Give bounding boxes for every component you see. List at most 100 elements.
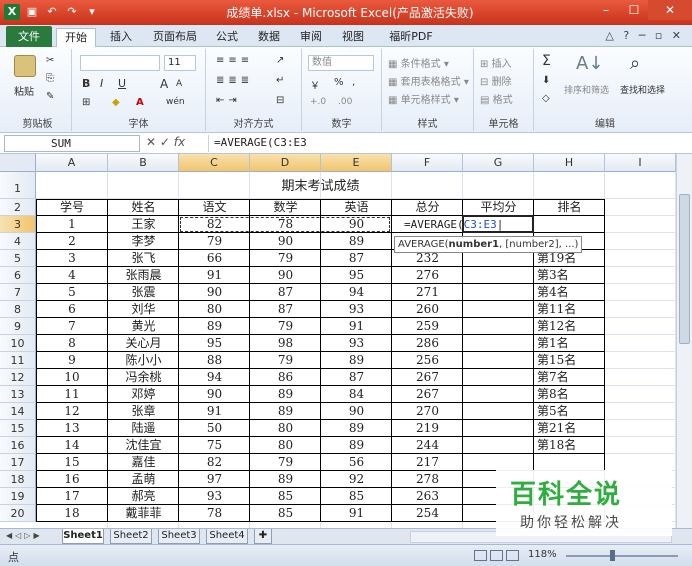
tab-foxit-pdf[interactable]: 福昕PDF — [378, 28, 444, 47]
table-cell[interactable]: 93 — [179, 488, 250, 505]
table-cell[interactable]: 陆遥 — [108, 420, 179, 437]
table-cell[interactable]: 82 — [179, 216, 250, 233]
table-cell[interactable]: 278 — [392, 471, 463, 488]
table-cell[interactable]: 92 — [321, 471, 392, 488]
clear-icon[interactable]: ◇ — [542, 93, 550, 104]
table-cell[interactable]: 孟萌 — [108, 471, 179, 488]
find-select-button[interactable]: 查找和选择 — [620, 83, 665, 96]
table-cell[interactable]: 270 — [392, 403, 463, 420]
enter-icon[interactable]: ✓ — [160, 135, 170, 149]
table-cell[interactable]: 第5名 — [537, 403, 605, 420]
table-cell[interactable]: 90 — [321, 403, 392, 420]
table-cell[interactable]: 刘华 — [108, 301, 179, 318]
table-cell[interactable]: 50 — [179, 420, 250, 437]
tab-file[interactable]: 文件 — [6, 26, 52, 47]
column-header-a[interactable]: A — [36, 154, 108, 172]
table-cell[interactable]: 90 — [250, 233, 321, 250]
table-cell[interactable]: 95 — [179, 335, 250, 352]
maximize-button[interactable]: ☐ — [620, 0, 648, 20]
row-header-17[interactable]: 17 — [0, 454, 36, 471]
table-cell[interactable]: 4 — [36, 267, 108, 284]
table-cell[interactable]: 267 — [392, 369, 463, 386]
table-cell[interactable]: 90 — [179, 386, 250, 403]
font-size-select[interactable]: 11 — [164, 55, 196, 71]
format-cells-button[interactable]: ▤ 格式 — [480, 91, 513, 106]
table-cell[interactable]: 90 — [250, 267, 321, 284]
table-cell[interactable]: 沈佳宜 — [108, 437, 179, 454]
table-cell[interactable]: 80 — [250, 420, 321, 437]
format-painter-icon[interactable]: ✎ — [46, 91, 54, 102]
row-header-15[interactable]: 15 — [0, 420, 36, 437]
normal-view-icon[interactable] — [474, 550, 487, 561]
table-cell[interactable]: 第18名 — [537, 437, 605, 454]
table-cell[interactable]: 95 — [321, 267, 392, 284]
page-layout-view-icon[interactable] — [490, 550, 503, 561]
row-header-20[interactable]: 20 — [0, 505, 36, 522]
shrink-font-button[interactable]: A — [176, 79, 182, 89]
table-cell[interactable]: 2 — [36, 233, 108, 250]
table-cell[interactable]: 戴菲菲 — [108, 505, 179, 522]
table-cell[interactable]: 第1名 — [537, 335, 605, 352]
table-cell[interactable]: 7 — [36, 318, 108, 335]
sheet-tab-3[interactable]: Sheet3 — [158, 529, 200, 544]
table-cell[interactable]: 254 — [392, 505, 463, 522]
tab-data[interactable]: 数据 — [252, 28, 286, 47]
customize-qat-icon[interactable]: ▾ — [84, 4, 100, 20]
tab-view[interactable]: 视图 — [336, 28, 370, 47]
table-cell[interactable]: 李梦 — [108, 233, 179, 250]
table-cell[interactable]: 14 — [36, 437, 108, 454]
table-cell[interactable]: 56 — [321, 454, 392, 471]
indent-icons[interactable]: ⇤⇥ — [216, 95, 241, 106]
table-cell[interactable]: 84 — [321, 386, 392, 403]
borders-icon[interactable]: ⊞ — [82, 97, 90, 108]
table-cell[interactable]: 13 — [36, 420, 108, 437]
table-cell[interactable]: 89 — [321, 352, 392, 369]
table-cell[interactable]: 陈小小 — [108, 352, 179, 369]
row-header-5[interactable]: 5 — [0, 250, 36, 267]
grow-font-button[interactable]: A — [160, 77, 168, 91]
table-cell[interactable]: 78 — [250, 216, 321, 233]
tab-formulas[interactable]: 公式 — [210, 28, 244, 47]
wrap-text-icon[interactable]: ↵ — [276, 75, 284, 86]
underline-button[interactable]: U — [118, 77, 126, 90]
fill-color-icon[interactable]: ◆ — [112, 97, 120, 108]
table-cell[interactable]: 第15名 — [537, 352, 605, 369]
table-cell[interactable]: 89 — [321, 437, 392, 454]
currency-icon[interactable]: ￥ — [310, 77, 320, 92]
table-cell[interactable]: 邓婷 — [108, 386, 179, 403]
save-icon[interactable]: ▣ — [24, 4, 40, 20]
table-cell[interactable]: 第7名 — [537, 369, 605, 386]
table-cell[interactable]: 冯余桃 — [108, 369, 179, 386]
sheet-nav-arrows[interactable]: ◀◁▷▶ — [6, 531, 43, 540]
table-cell[interactable]: 94 — [179, 369, 250, 386]
table-cell[interactable]: 第3名 — [537, 267, 605, 284]
column-header-i[interactable]: I — [605, 154, 676, 172]
table-cell[interactable]: 15 — [36, 454, 108, 471]
table-cell[interactable]: 271 — [392, 284, 463, 301]
sort-filter-icon[interactable]: A↓ — [576, 53, 603, 74]
column-header-f[interactable]: F — [392, 154, 463, 172]
table-cell[interactable]: 郝亮 — [108, 488, 179, 505]
table-cell[interactable]: 260 — [392, 301, 463, 318]
table-cell[interactable]: 267 — [392, 386, 463, 403]
excel-app-icon[interactable]: X — [4, 4, 20, 20]
table-cell[interactable]: 张震 — [108, 284, 179, 301]
delete-cells-button[interactable]: ⊟ 删除 — [480, 73, 512, 88]
row-header-16[interactable]: 16 — [0, 437, 36, 454]
increase-decimal-button[interactable]: +.0 — [310, 97, 326, 107]
table-cell[interactable]: 17 — [36, 488, 108, 505]
insert-sheet-icon[interactable]: ✚ — [254, 529, 272, 544]
table-cell[interactable]: 80 — [250, 437, 321, 454]
table-cell[interactable]: 10 — [36, 369, 108, 386]
paste-button[interactable]: 粘贴 — [14, 83, 34, 98]
insert-cells-button[interactable]: ⊞ 插入 — [480, 55, 512, 70]
table-cell[interactable]: 219 — [392, 420, 463, 437]
cell-edit-text[interactable]: =AVERAGE(C3:E3| — [404, 216, 544, 233]
row-header-6[interactable]: 6 — [0, 267, 36, 284]
minimize-button[interactable]: – — [592, 0, 620, 20]
tab-insert[interactable]: 插入 — [102, 28, 140, 47]
table-cell[interactable]: 87 — [250, 284, 321, 301]
conditional-format-button[interactable]: ▦ 条件格式 ▾ — [388, 55, 449, 70]
function-tooltip[interactable]: AVERAGE(number1, [number2], ...) — [394, 236, 583, 253]
italic-button[interactable]: I — [100, 77, 103, 90]
